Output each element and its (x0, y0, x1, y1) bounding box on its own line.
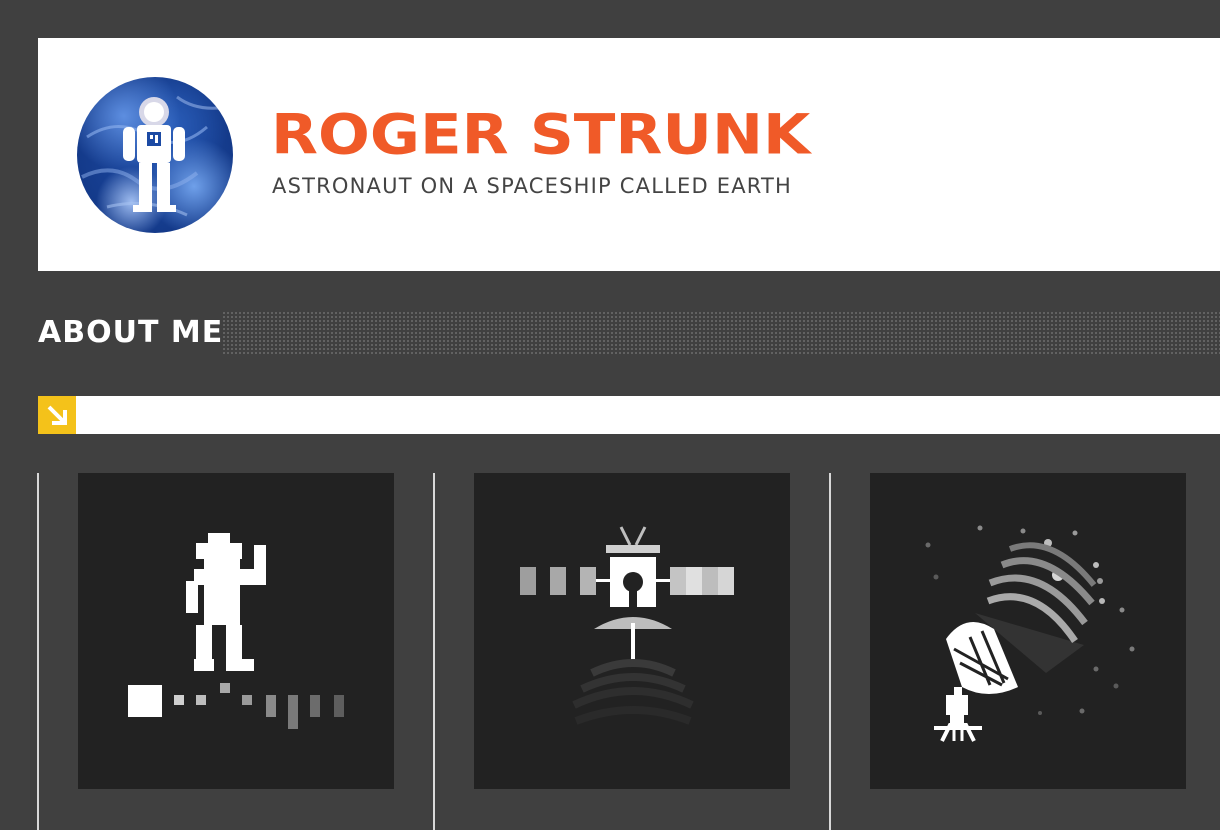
arrow-down-right-icon[interactable] (38, 396, 76, 434)
about-tile-telescope[interactable] (870, 473, 1186, 789)
pixel-astronaut-waving-icon (128, 533, 344, 729)
dotted-divider (222, 311, 1220, 355)
column-divider (829, 473, 831, 830)
site-header: ROGER STRUNK ASTRONAUT ON A SPACESHIP CA… (38, 38, 1220, 271)
site-title[interactable]: ROGER STRUNK (271, 105, 810, 164)
column-divider (433, 473, 435, 830)
radio-telescope-icon (925, 525, 1135, 742)
site-tagline: ASTRONAUT ON A SPACESHIP CALLED EARTH (272, 174, 793, 198)
about-tile-satellite[interactable] (474, 473, 790, 789)
satellite-icon (520, 526, 734, 725)
about-tile-astronaut[interactable] (78, 473, 394, 789)
section-title: ABOUT ME (38, 315, 224, 350)
astronaut-on-globe-icon[interactable] (77, 77, 233, 233)
column-divider (37, 473, 39, 830)
content-ribbon (38, 396, 1220, 434)
